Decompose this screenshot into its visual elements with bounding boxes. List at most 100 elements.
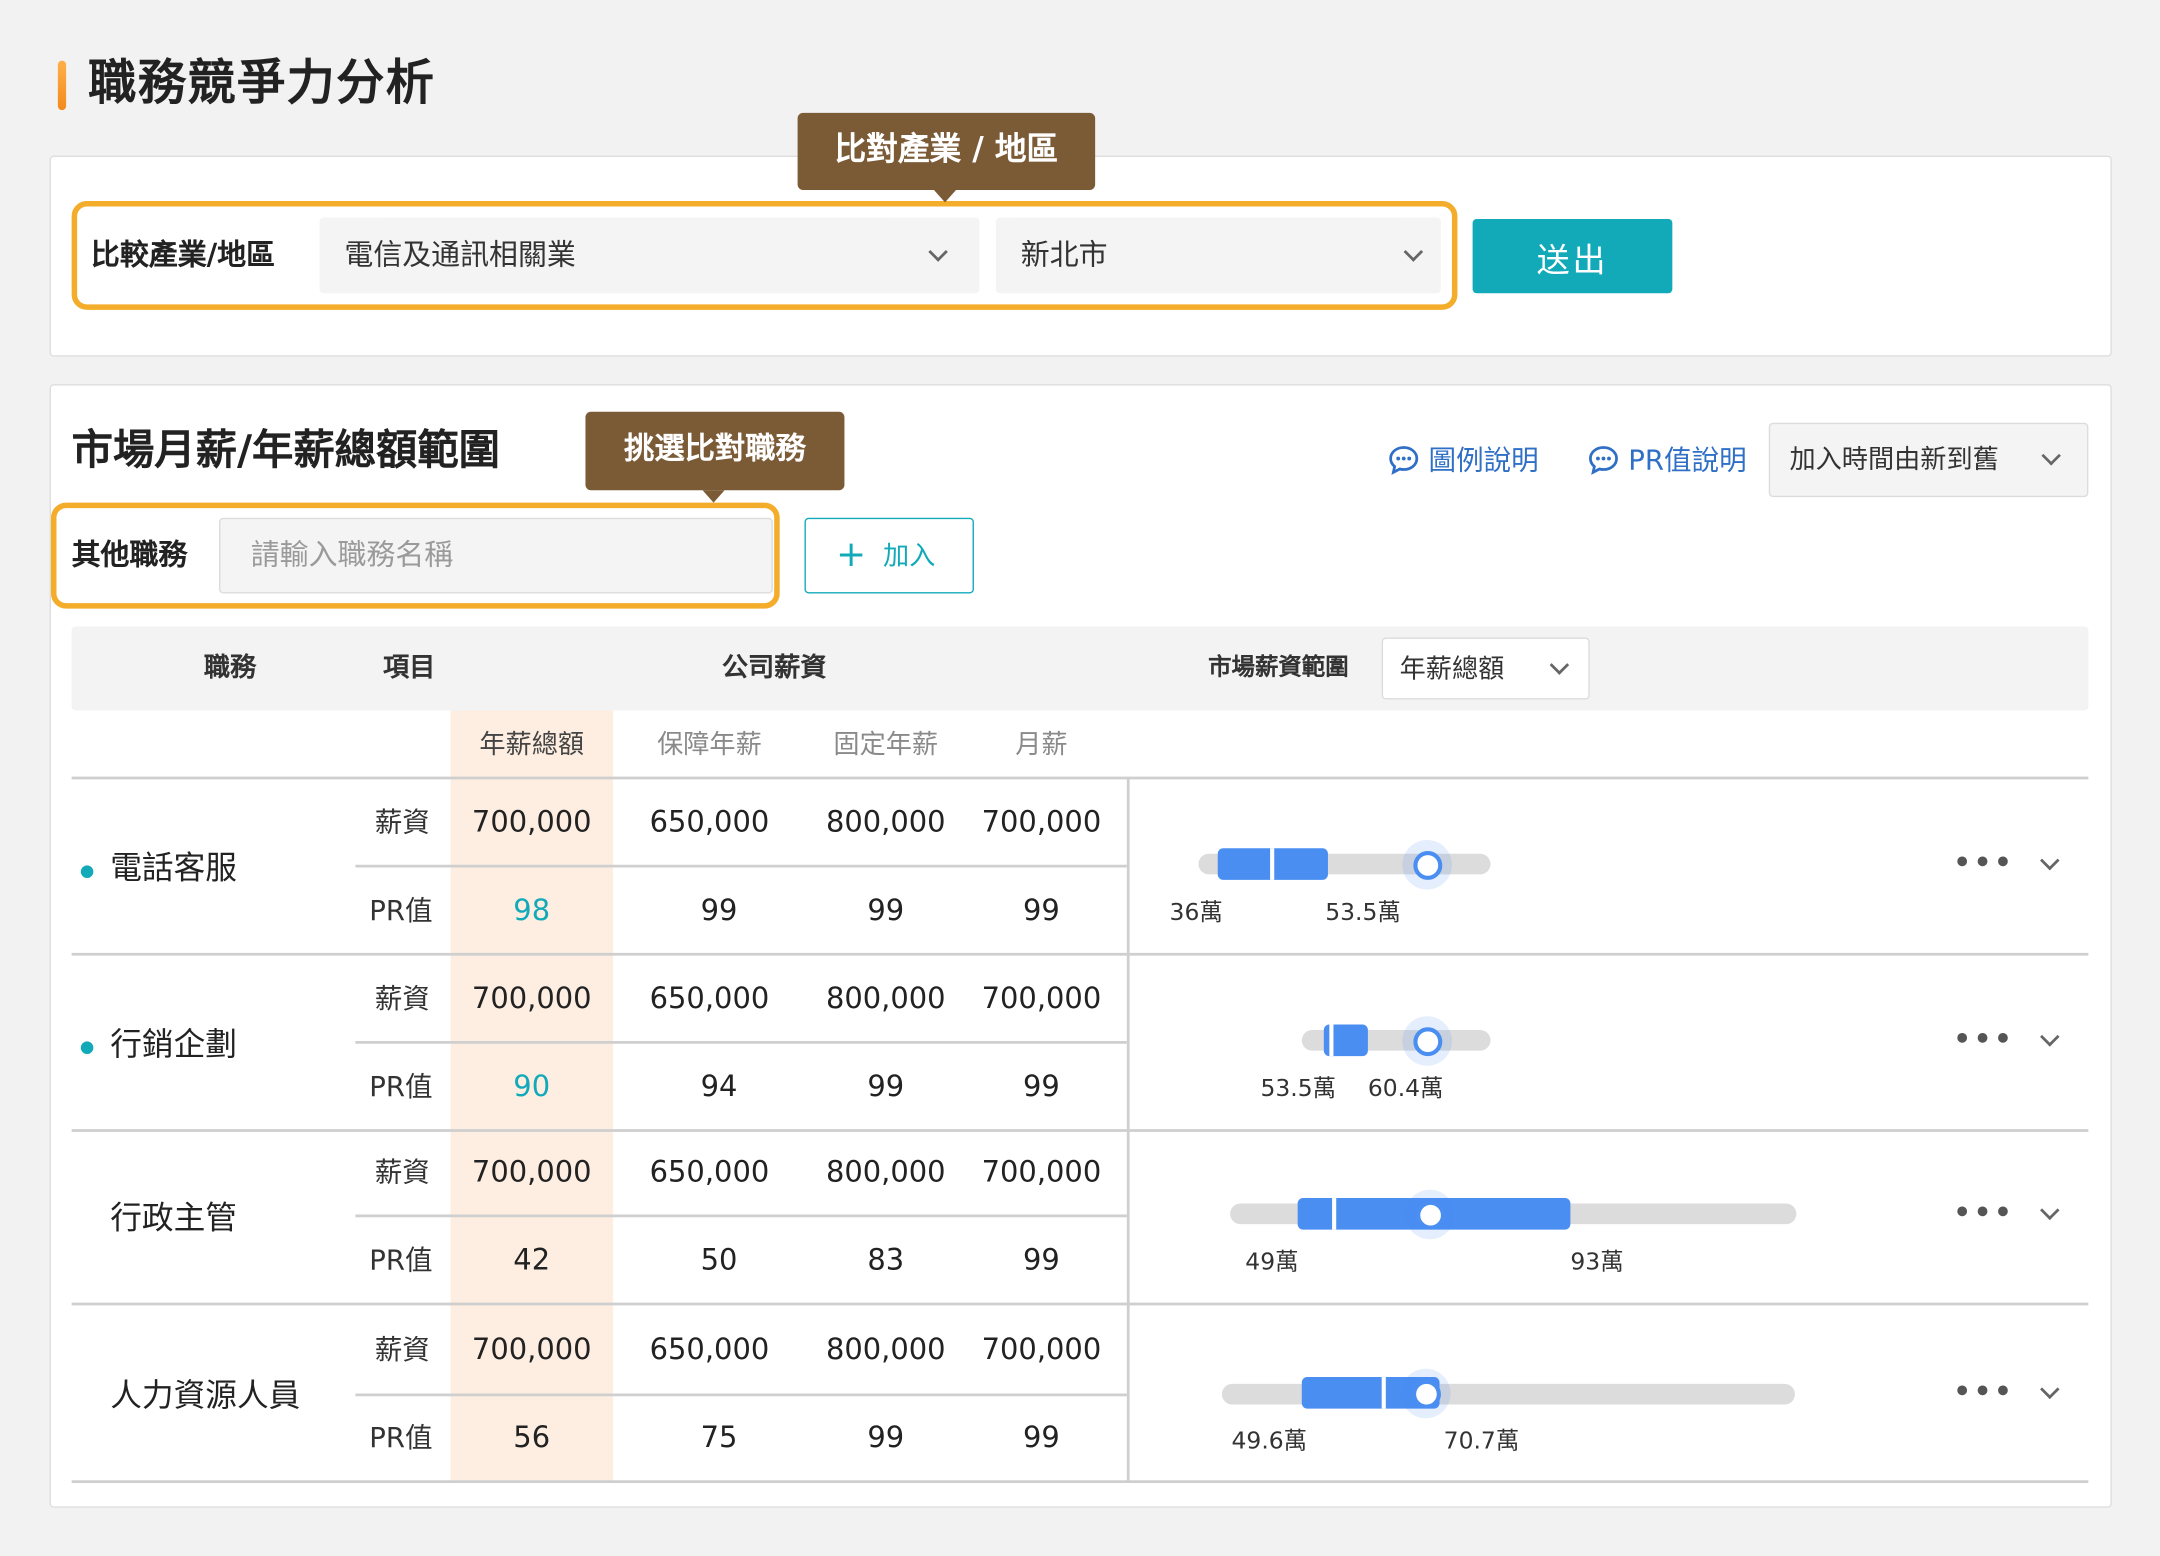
- job-name: 行銷企劃: [110, 1027, 237, 1064]
- cell-salary: 700,000: [981, 981, 1102, 1015]
- industry-value: 電信及通訊相關業: [344, 238, 576, 272]
- subheader-guaranteed: 保障年薪: [657, 729, 762, 761]
- title-accent-bar: [57, 60, 67, 111]
- cell-pr: 99: [700, 893, 738, 927]
- cell-salary: 800,000: [825, 981, 946, 1015]
- salary-label: 薪資: [374, 1332, 430, 1366]
- job-name-placeholder: 請輸入職務名稱: [250, 538, 454, 572]
- row-subdivider: [355, 1214, 1127, 1217]
- salary-label: 薪資: [374, 805, 430, 839]
- cell-salary: 650,000: [649, 981, 770, 1015]
- cell-salary: 700,000: [471, 1332, 592, 1366]
- pr-label: PR值: [369, 1421, 433, 1455]
- cell-salary: 700,000: [471, 981, 592, 1015]
- position-marker: [1413, 850, 1443, 880]
- region-value: 新北市: [1020, 238, 1108, 272]
- row-divider: [71, 1302, 2089, 1305]
- position-marker: [1411, 1379, 1441, 1409]
- cell-salary: 700,000: [981, 1155, 1102, 1189]
- pr-label: PR值: [369, 893, 433, 927]
- job-tooltip-arrow: [702, 490, 725, 503]
- sort-select[interactable]: 加入時間由新到舊: [1768, 422, 2089, 498]
- range-median-tick: [1381, 1376, 1386, 1409]
- cell-pr: 99: [1023, 893, 1060, 927]
- chat-bubble-icon: [1589, 446, 1618, 475]
- job-tooltip: 挑選比對職務: [585, 411, 845, 491]
- compare-tooltip-arrow: [933, 190, 957, 203]
- add-button[interactable]: + 加入: [804, 517, 974, 594]
- sort-value: 加入時間由新到舊: [1789, 444, 1999, 476]
- job-name-input[interactable]: 請輸入職務名稱: [219, 517, 773, 594]
- chevron-down-icon: [2041, 446, 2061, 466]
- table-header: [71, 626, 2089, 711]
- pr-help-link[interactable]: [1587, 443, 1620, 476]
- range-high-label: 53.5萬: [1325, 899, 1401, 927]
- cell-pr: 50: [700, 1243, 738, 1277]
- row-subdivider: [355, 864, 1127, 867]
- compare-tooltip-text: 比對產業 / 地區: [834, 132, 1059, 168]
- cell-salary: 650,000: [649, 805, 770, 839]
- cell-pr: 99: [867, 893, 905, 927]
- cell-pr: 99: [1023, 1069, 1060, 1103]
- add-button-label: 加入: [883, 541, 936, 572]
- pr-label: PR值: [369, 1069, 433, 1103]
- cell-pr: 99: [1023, 1243, 1060, 1277]
- more-icon[interactable]: •••: [1953, 1377, 2014, 1405]
- header-job: 職務: [203, 652, 257, 683]
- job-tooltip-text: 挑選比對職務: [624, 432, 806, 467]
- plus-icon: +: [836, 534, 867, 576]
- range-high-label: 93萬: [1570, 1248, 1624, 1277]
- pr-label: PR值: [369, 1243, 433, 1277]
- status-dot: ●: [79, 860, 95, 880]
- job-name: 電話客服: [110, 850, 237, 887]
- header-company-salary: 公司薪資: [721, 652, 827, 683]
- cell-salary: 650,000: [649, 1332, 770, 1366]
- cell-salary: 650,000: [649, 1155, 770, 1189]
- subheader-monthly: 月薪: [1015, 729, 1068, 761]
- other-job-label: 其他職務: [71, 538, 188, 572]
- legend-help-link[interactable]: [1387, 443, 1420, 476]
- more-icon[interactable]: •••: [1953, 848, 2014, 876]
- range-low-label: 49萬: [1245, 1248, 1299, 1277]
- subheader-fixed: 固定年薪: [833, 729, 939, 761]
- job-name: 人力資源人員: [110, 1378, 301, 1415]
- cell-salary: 800,000: [825, 805, 946, 839]
- salary-label: 薪資: [374, 1155, 430, 1189]
- more-icon[interactable]: •••: [1953, 1198, 2014, 1226]
- cell-salary: 700,000: [981, 805, 1102, 839]
- market-title: 市場月薪/年薪總額範圍: [71, 426, 501, 476]
- cell-salary: 700,000: [471, 805, 592, 839]
- range-type-value: 年薪總額: [1399, 654, 1505, 685]
- submit-button[interactable]: 送出: [1472, 218, 1673, 294]
- row-divider: [71, 952, 2089, 955]
- compare-label: 比較產業/地區: [90, 238, 276, 272]
- range-type-select[interactable]: 年薪總額: [1381, 637, 1590, 700]
- row-divider: [71, 1480, 2089, 1483]
- header-market-range: 市場薪資範圍: [1208, 654, 1349, 682]
- chevron-down-icon: [1549, 655, 1570, 675]
- chat-bubble-icon: [1389, 446, 1419, 475]
- row-divider: [71, 1129, 2089, 1132]
- range-high-label: 60.4萬: [1367, 1075, 1444, 1103]
- range-median-tick: [1332, 1197, 1337, 1230]
- position-marker: [1413, 1027, 1443, 1057]
- chevron-down-icon: [928, 242, 948, 262]
- region-select[interactable]: 新北市: [995, 217, 1441, 294]
- cell-pr: 42: [513, 1243, 551, 1277]
- range-median-tick: [1329, 1024, 1334, 1057]
- cell-pr: 56: [513, 1421, 551, 1455]
- more-icon[interactable]: •••: [1953, 1024, 2014, 1052]
- cell-salary: 800,000: [825, 1332, 946, 1366]
- pr-help-text[interactable]: PR值說明: [1628, 446, 1746, 474]
- job-name: 行政主管: [110, 1200, 237, 1237]
- legend-help-text[interactable]: 圖例說明: [1429, 446, 1539, 474]
- industry-select[interactable]: 電信及通訊相關業: [319, 217, 980, 294]
- salary-label: 薪資: [374, 981, 430, 1015]
- chevron-down-icon: [1403, 242, 1424, 262]
- page-title: 職務競爭力分析: [88, 56, 436, 112]
- compare-tooltip: 比對產業 / 地區: [797, 112, 1096, 191]
- cell-salary: 700,000: [471, 1155, 592, 1189]
- cell-pr: 94: [700, 1069, 738, 1103]
- cell-salary: 700,000: [981, 1332, 1102, 1366]
- row-divider: [71, 776, 2089, 779]
